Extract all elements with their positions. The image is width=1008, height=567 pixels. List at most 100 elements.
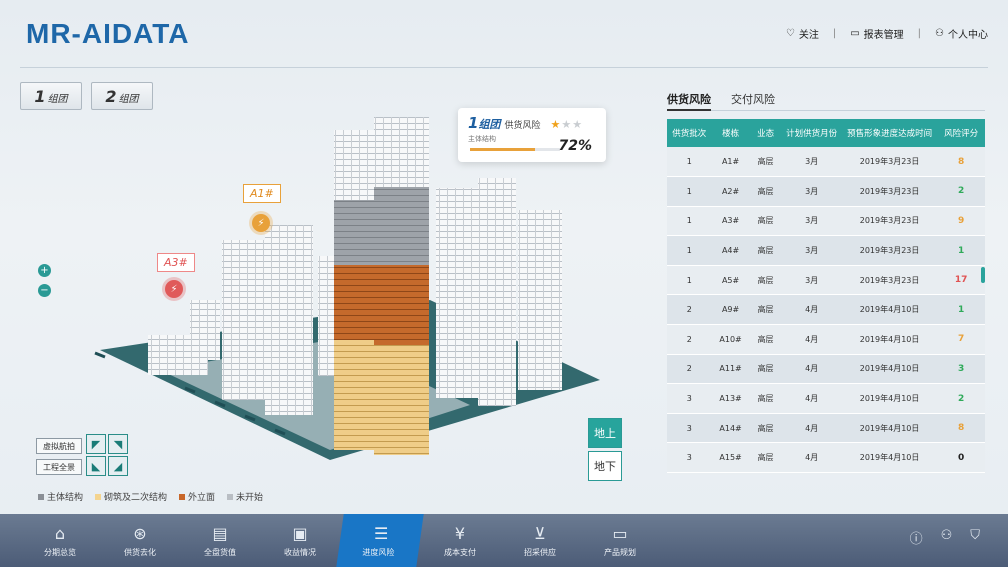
- table-cell: 2019年3月23日: [841, 265, 938, 296]
- coin-icon: ⊛: [133, 523, 147, 543]
- risk-score-cell: 7: [937, 324, 985, 355]
- star-icon: ★: [572, 118, 584, 131]
- column-header[interactable]: 业态: [749, 119, 782, 147]
- lightning-icon[interactable]: ⚡: [252, 214, 270, 232]
- nav-item[interactable]: ⊛ 供货去化: [100, 514, 180, 567]
- above-ground-button[interactable]: 地上: [588, 418, 622, 448]
- table-row[interactable]: 2 A10# 高层 4月 2019年4月10日 7: [667, 324, 985, 355]
- building-tag-a3[interactable]: A3#: [157, 253, 195, 272]
- risk-score-cell: 17: [937, 265, 985, 296]
- table-row[interactable]: 3 A13# 高层 4月 2019年4月10日 2: [667, 383, 985, 414]
- nav-right-tools: ⓘ ⚇ ⛉: [910, 528, 980, 547]
- legend-item: 主体结构: [38, 490, 83, 503]
- report-management-link[interactable]: ▭ 报表管理: [850, 26, 903, 41]
- table-cell: A9#: [711, 294, 750, 326]
- below-ground-button[interactable]: 地下: [588, 451, 622, 481]
- table-row[interactable]: 3 A14# 高层 4月 2019年4月10日 8: [667, 413, 985, 444]
- table-cell: 3月: [781, 147, 842, 178]
- users-icon[interactable]: ⚇: [941, 528, 953, 547]
- table-cell: 高层: [749, 235, 782, 266]
- nav-item-label: 产品规划: [604, 547, 636, 557]
- user-icon: ⚇: [935, 28, 944, 39]
- column-header[interactable]: 风险评分: [937, 119, 985, 147]
- zoom-in-button[interactable]: +: [38, 264, 51, 277]
- table-cell: 1: [667, 265, 712, 296]
- project-panorama-button[interactable]: 工程全景: [36, 459, 82, 475]
- column-header[interactable]: 楼栋: [711, 119, 750, 147]
- table-cell: 高层: [749, 383, 782, 414]
- nav-item[interactable]: ⊻ 招采供应: [500, 514, 580, 567]
- arrow-upright-icon[interactable]: ◥: [108, 434, 128, 454]
- risk-score-cell: 1: [937, 235, 985, 266]
- table-cell: 3月: [781, 265, 842, 296]
- report-icon: ▭: [850, 28, 860, 39]
- virtual-flight-button[interactable]: 虚拟航拍: [36, 438, 82, 454]
- nav-item[interactable]: ⌂ 分期总览: [20, 514, 100, 567]
- column-header[interactable]: 计划供货月份: [781, 119, 842, 147]
- tab-delivery-risk[interactable]: 交付风险: [731, 89, 775, 110]
- arrow-downright-icon[interactable]: ◢: [108, 456, 128, 476]
- table-cell: 2: [667, 324, 712, 355]
- table-cell: 3月: [781, 206, 842, 237]
- table-row[interactable]: 3 A15# 高层 4月 2019年4月10日 0: [667, 442, 985, 474]
- table-cell: 2019年3月23日: [841, 147, 938, 178]
- table-cell: 1: [667, 147, 712, 178]
- column-header[interactable]: 预售形象进度达成时间: [841, 119, 938, 147]
- table-cell: A1#: [711, 147, 750, 178]
- shield-icon[interactable]: ⛉: [970, 528, 980, 547]
- table-row[interactable]: 2 A9# 高层 4月 2019年4月10日 1: [667, 294, 985, 326]
- nav-item[interactable]: ▣ 收益情况: [260, 514, 340, 567]
- table-cell: A2#: [711, 176, 750, 207]
- progress-percent: 72%: [558, 138, 592, 154]
- table-cell: 2019年3月23日: [841, 206, 938, 237]
- nav-item-label: 收益情况: [284, 547, 316, 557]
- nav-item[interactable]: ▤ 全盘货值: [180, 514, 260, 567]
- table-row[interactable]: 1 A3# 高层 3月 2019年3月23日 9: [667, 206, 985, 237]
- zoom-out-button[interactable]: −: [38, 284, 51, 297]
- legend-item: 外立面: [179, 490, 215, 503]
- table-cell: 2019年4月10日: [841, 413, 938, 444]
- risk-score-cell: 1: [937, 294, 985, 326]
- table-cell: A14#: [711, 413, 750, 444]
- arrow-upleft-icon[interactable]: ◤: [86, 434, 106, 454]
- table-cell: A3#: [711, 206, 750, 237]
- table-row[interactable]: 1 A4# 高层 3月 2019年3月23日 1: [667, 235, 985, 266]
- table-row[interactable]: 2 A11# 高层 4月 2019年4月10日 3: [667, 354, 985, 385]
- personal-center-link[interactable]: ⚇ 个人中心: [935, 26, 988, 41]
- legend-item: 砌筑及二次结构: [95, 490, 167, 503]
- table-cell: 4月: [781, 383, 842, 414]
- nav-item-label: 成本支付: [444, 547, 476, 557]
- personal-center-label: 个人中心: [948, 30, 988, 41]
- table-scrollbar[interactable]: [981, 267, 985, 283]
- document-icon: ▤: [212, 523, 228, 543]
- arrow-downleft-icon[interactable]: ◣: [86, 456, 106, 476]
- table-cell: A15#: [711, 442, 750, 474]
- nav-item[interactable]: ☰ 进度风险: [336, 514, 424, 567]
- risk-score-cell: 2: [937, 383, 985, 414]
- column-header[interactable]: 供货批次: [667, 119, 712, 147]
- table-cell: 2019年3月23日: [841, 176, 938, 207]
- nav-item-label: 全盘货值: [204, 547, 236, 557]
- follow-link[interactable]: ♡ 关注: [786, 26, 819, 41]
- table-cell: A4#: [711, 235, 750, 266]
- wallet-icon: ▣: [292, 523, 308, 543]
- progress-fill: [470, 148, 535, 151]
- nav-item[interactable]: ¥ 成本支付: [420, 514, 500, 567]
- table-cell: 3: [667, 383, 712, 414]
- table-cell: 2019年4月10日: [841, 354, 938, 385]
- tower-a3: [222, 240, 267, 400]
- table-row[interactable]: 1 A2# 高层 3月 2019年3月23日 2: [667, 176, 985, 207]
- building-tag-a1[interactable]: A1#: [243, 184, 281, 203]
- legend: 主体结构 砌筑及二次结构 外立面 未开始: [38, 490, 263, 503]
- info-icon[interactable]: ⓘ: [910, 528, 923, 547]
- table-row[interactable]: 1 A1# 高层 3月 2019年3月23日 8: [667, 147, 985, 178]
- nav-item[interactable]: ▭ 产品规划: [580, 514, 660, 567]
- table-cell: 2: [667, 354, 712, 385]
- table-cell: 2: [667, 294, 712, 326]
- tab-supply-risk[interactable]: 供货风险: [667, 89, 711, 111]
- lightning-icon[interactable]: ⚡: [165, 280, 183, 298]
- table-cell: 2019年3月23日: [841, 235, 938, 266]
- table-row[interactable]: 1 A5# 高层 3月 2019年3月23日 17: [667, 265, 985, 296]
- table-cell: 高层: [749, 265, 782, 296]
- table-cell: 4月: [781, 294, 842, 326]
